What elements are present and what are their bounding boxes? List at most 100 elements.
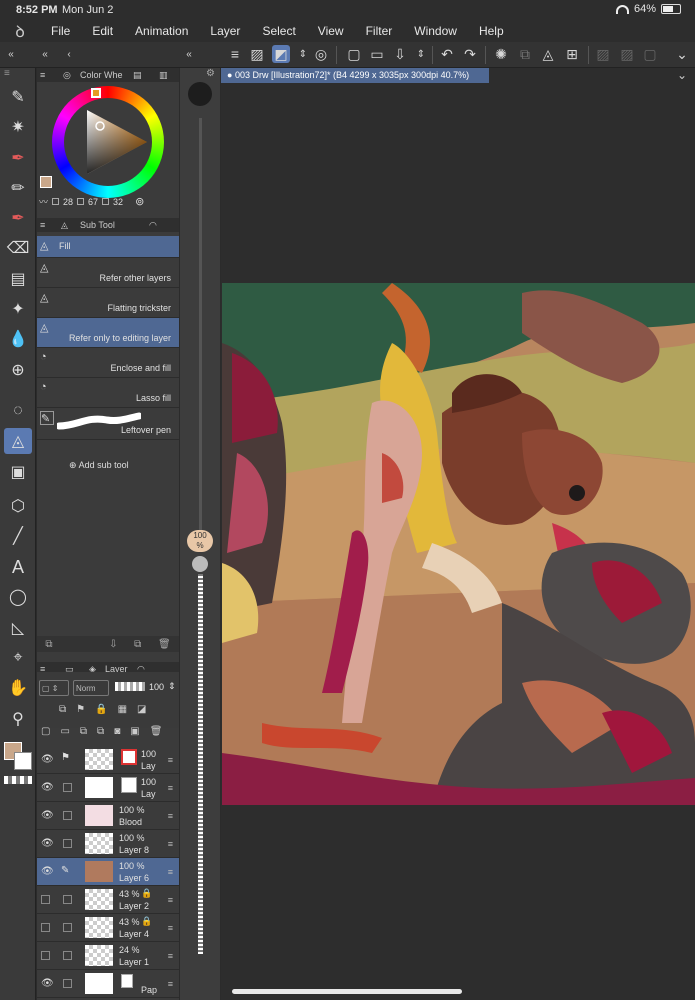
size-settings-icon[interactable]: ⚙: [206, 68, 215, 79]
loading-icon[interactable]: ✺: [492, 45, 510, 63]
hand-tool-icon[interactable]: ✋: [4, 675, 32, 701]
copy-icon[interactable]: ⧉: [516, 45, 534, 63]
color-wheel[interactable]: [52, 86, 164, 198]
layer-handle-icon[interactable]: ≡: [168, 811, 173, 821]
text-tool-icon[interactable]: A: [4, 554, 32, 580]
menu-layer[interactable]: Layer: [199, 24, 251, 38]
menu-window[interactable]: Window: [403, 24, 468, 38]
layer-handle-icon[interactable]: ≡: [168, 923, 173, 933]
fill-bucket-icon[interactable]: ◬: [539, 45, 557, 63]
gradient-tool-icon[interactable]: ▣: [4, 459, 32, 485]
layer-trash-icon[interactable]: 🗑: [150, 726, 163, 737]
subtool-item-refer-other-layers[interactable]: ◬ Refer other layers: [37, 258, 179, 288]
collapse-size-icon[interactable]: «: [180, 45, 198, 63]
record-icon[interactable]: ◎: [312, 45, 330, 63]
subtool-item-lasso-fill[interactable]: ◔ Lasso fill: [37, 378, 179, 408]
artwork-canvas[interactable]: [222, 283, 695, 805]
frame-tool-icon[interactable]: ◺: [4, 615, 32, 641]
blend-tool-icon[interactable]: ✦: [4, 296, 32, 322]
panel-main-color-swatch[interactable]: [40, 176, 52, 188]
clear-outside-icon[interactable]: ▨: [618, 45, 636, 63]
decoration-tool-icon[interactable]: ▤: [4, 266, 32, 292]
chevron-left-icon[interactable]: ‹: [60, 45, 78, 63]
h-mode-icon[interactable]: [52, 198, 60, 205]
subtool-tab-2-icon[interactable]: ◠: [149, 220, 157, 231]
droplet-tool-icon[interactable]: 💧: [4, 326, 32, 352]
add-sub-tool-button[interactable]: ⊕ Add sub tool: [69, 460, 129, 471]
menu-file[interactable]: File: [40, 24, 81, 38]
auto-select-tool-icon[interactable]: ✷: [4, 114, 32, 140]
new-raster-layer-icon[interactable]: ▢: [41, 726, 50, 737]
blend-mode-select[interactable]: Norm: [73, 680, 109, 696]
layer-row[interactable]: 24 % Layer 1 ≡: [37, 942, 179, 970]
subtool-item-enclose-and-fill[interactable]: ◔ Enclose and fill: [37, 348, 179, 378]
reference-icon[interactable]: ⚑: [76, 704, 85, 715]
pen-tool-icon[interactable]: ✎: [4, 84, 32, 110]
balloon-tool-icon[interactable]: ◯: [4, 584, 32, 610]
opacity-slider[interactable]: [115, 682, 145, 691]
layer-check[interactable]: [63, 783, 72, 792]
subtool-item-leftover-pen[interactable]: ✎ Leftover pen: [37, 408, 179, 440]
layer-handle-icon[interactable]: ≡: [168, 755, 173, 765]
grid-tool-icon[interactable]: ⊕: [4, 357, 32, 383]
menu-filter[interactable]: Filter: [355, 24, 404, 38]
layer-check[interactable]: [63, 979, 72, 988]
line-tool-icon[interactable]: ╱: [4, 523, 32, 549]
clip-icon[interactable]: ⧉: [59, 704, 66, 715]
eye-icon[interactable]: 👁: [41, 810, 54, 821]
menu-select[interactable]: Select: [251, 24, 306, 38]
duplicate-icon[interactable]: ⧉: [134, 639, 141, 650]
clear-icon[interactable]: ▨: [594, 45, 612, 63]
layer-row[interactable]: 👁 100 % Layer 8 ≡: [37, 830, 179, 858]
layer-handle-icon[interactable]: ≡: [168, 839, 173, 849]
brush-tool-icon[interactable]: ✒: [4, 145, 32, 171]
layer-color-mode[interactable]: ▢ ⇕: [39, 680, 69, 696]
stepper-icon[interactable]: ⇕: [294, 45, 312, 63]
layer-check[interactable]: [63, 839, 72, 848]
color-set-tab-icon[interactable]: ▤: [133, 70, 142, 81]
layer-row[interactable]: 👁 Pap ≡: [37, 970, 179, 998]
save-icon[interactable]: ⇩: [391, 45, 409, 63]
layer-handle-icon[interactable]: ≡: [168, 783, 173, 793]
eyedropper-tool-icon[interactable]: ⚲: [4, 706, 32, 732]
color-space-icon[interactable]: ⊚: [135, 195, 144, 208]
subtool-item-refer-only-editing-layer[interactable]: ◬ Refer only to editing layer: [37, 318, 179, 348]
subtool-menu-icon[interactable]: ≡: [40, 220, 45, 230]
eye-icon[interactable]: 👁: [41, 866, 54, 877]
transform-icon[interactable]: ⊞: [563, 45, 581, 63]
mask-icon[interactable]: ◪: [137, 704, 146, 715]
transfer-down-icon[interactable]: ⧉: [80, 726, 87, 737]
lasso-tool-icon[interactable]: ◌: [4, 398, 32, 424]
layer-handle-icon[interactable]: ≡: [168, 895, 173, 905]
layer-row[interactable]: 43 % Layer 2 🔒 ≡: [37, 886, 179, 914]
visibility-off[interactable]: [41, 951, 50, 960]
subtool-tab-label[interactable]: Sub Tool: [80, 220, 115, 230]
new-folder-icon[interactable]: ▭: [60, 726, 69, 737]
layer-check[interactable]: [63, 811, 72, 820]
menu-help[interactable]: Help: [468, 24, 515, 38]
menu-view[interactable]: View: [307, 24, 355, 38]
collapse-panel-icon[interactable]: «: [36, 45, 54, 63]
new-file-icon[interactable]: ▢: [345, 45, 363, 63]
layer-row[interactable]: 👁 ✎ 100 % Layer 6 ≡: [37, 858, 179, 886]
layer-check[interactable]: [63, 951, 72, 960]
download-icon[interactable]: ⇩: [109, 639, 117, 650]
sub-color-swatch[interactable]: [14, 752, 32, 770]
eye-icon[interactable]: 👁: [41, 754, 54, 765]
open-folder-icon[interactable]: ▭: [368, 45, 386, 63]
pencil-tool-icon[interactable]: ✏: [4, 175, 32, 201]
undo-icon[interactable]: ↶: [438, 45, 456, 63]
hue-marker[interactable]: [91, 88, 101, 98]
layer-handle-icon[interactable]: ≡: [168, 867, 173, 877]
visibility-off[interactable]: [41, 895, 50, 904]
fill-tool-icon[interactable]: ◬: [4, 428, 32, 454]
canvas-area[interactable]: ● 003 Drw [Illustration72]* (B4 4299 x 3…: [221, 68, 695, 1000]
eraser-tool-icon[interactable]: ⌫: [4, 235, 32, 261]
trash-icon[interactable]: 🗑: [158, 639, 171, 650]
edit-layer-icon[interactable]: ▨: [248, 45, 266, 63]
layer-row[interactable]: 43 % Layer 4 🔒 ≡: [37, 914, 179, 942]
subtool-item-flatting-trickster[interactable]: ◬ Flatting trickster: [37, 288, 179, 318]
eye-icon[interactable]: 👁: [41, 838, 54, 849]
tab-list-chevron-icon[interactable]: ⌄: [677, 68, 687, 82]
merge-icon[interactable]: ⧉: [97, 726, 104, 737]
